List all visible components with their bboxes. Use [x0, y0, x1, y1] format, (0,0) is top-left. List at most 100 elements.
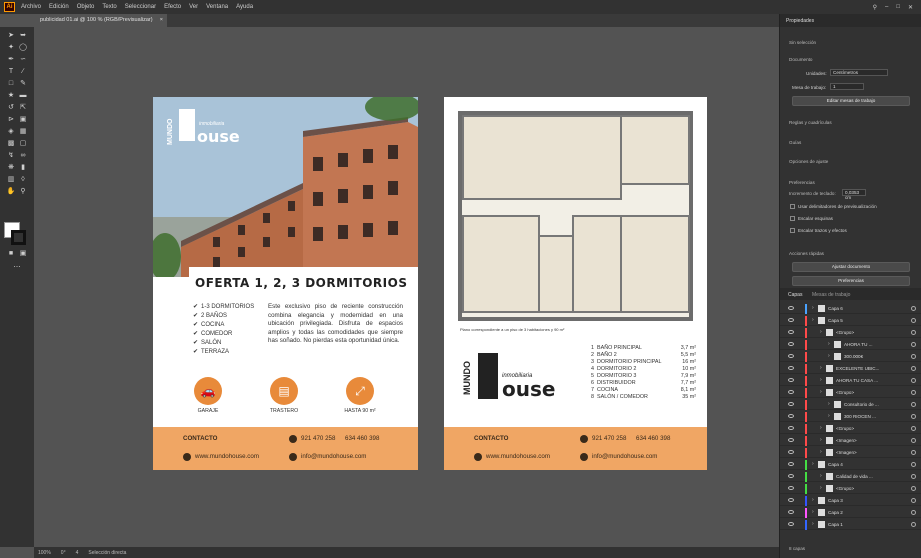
document-tab[interactable]: publicidad 01.ai @ 100 % (RGB/Previsuali…: [34, 14, 167, 27]
layer-row[interactable]: › AHORA TU CASA ...: [780, 376, 921, 386]
artboard-select[interactable]: 1: [830, 83, 864, 90]
expand-arrow-icon[interactable]: ›: [820, 389, 822, 395]
eraser-icon[interactable]: ▬: [18, 91, 28, 100]
expand-arrow-icon[interactable]: ›: [812, 509, 814, 515]
slice-tool-icon[interactable]: ◊: [18, 175, 28, 184]
tab-artboards[interactable]: Mesas de trabajo: [812, 292, 850, 298]
hand-tool-icon[interactable]: ✋: [6, 187, 16, 196]
search-icon[interactable]: ⚲: [873, 4, 877, 11]
eyedropper-icon[interactable]: ↯: [6, 151, 16, 160]
layer-row[interactable]: › Capa 5: [780, 316, 921, 326]
layer-row[interactable]: › <Grupo>: [780, 424, 921, 434]
menu-archivo[interactable]: Archivo: [21, 4, 41, 10]
layer-row[interactable]: › 300 RIOCEN ...: [780, 412, 921, 422]
visibility-eye-icon[interactable]: [788, 522, 794, 526]
draw-mode-icon[interactable]: ■: [6, 249, 16, 258]
menu-ventana[interactable]: Ventana: [206, 4, 228, 10]
visibility-eye-icon[interactable]: [788, 462, 794, 466]
visibility-eye-icon[interactable]: [788, 438, 794, 442]
target-circle-icon[interactable]: [911, 450, 916, 455]
layer-row[interactable]: › Capa 4: [780, 460, 921, 470]
visibility-eye-icon[interactable]: [788, 378, 794, 382]
expand-arrow-icon[interactable]: ›: [820, 437, 822, 443]
close-icon[interactable]: ✕: [908, 4, 913, 11]
screen-mode-icon[interactable]: ▣: [18, 249, 28, 258]
expand-arrow-icon[interactable]: ›: [828, 341, 830, 347]
target-circle-icon[interactable]: [911, 414, 916, 419]
expand-arrow-icon[interactable]: ›: [828, 413, 830, 419]
blend-tool-icon[interactable]: ∞: [18, 151, 28, 160]
visibility-eye-icon[interactable]: [788, 486, 794, 490]
artboard-number[interactable]: 4: [76, 550, 79, 556]
layer-row[interactable]: › Calidad de vida ...: [780, 472, 921, 482]
layer-row[interactable]: › Capa 3: [780, 496, 921, 506]
menu-seleccionar[interactable]: Seleccionar: [125, 4, 156, 10]
expand-arrow-icon[interactable]: ›: [828, 401, 830, 407]
mesh-tool-icon[interactable]: ▩: [6, 139, 16, 148]
fit-document-button[interactable]: Ajustar documento: [792, 262, 910, 272]
tab-properties[interactable]: Propiedades: [786, 18, 814, 24]
target-circle-icon[interactable]: [911, 486, 916, 491]
zoom-tool-icon[interactable]: ⚲: [18, 187, 28, 196]
shape-builder-icon[interactable]: ◈: [6, 127, 16, 136]
visibility-eye-icon[interactable]: [788, 414, 794, 418]
pen-tool-icon[interactable]: ✒: [6, 55, 16, 64]
target-circle-icon[interactable]: [911, 474, 916, 479]
target-circle-icon[interactable]: [911, 378, 916, 383]
menu-texto[interactable]: Texto: [102, 4, 116, 10]
edit-artboards-button[interactable]: Editar mesas de trabajo: [792, 96, 910, 106]
expand-arrow-icon[interactable]: ›: [812, 317, 814, 323]
magic-wand-icon[interactable]: ✦: [6, 43, 16, 52]
stroke-color-swatch[interactable]: [11, 230, 26, 245]
target-circle-icon[interactable]: [911, 390, 916, 395]
line-tool-icon[interactable]: ∕: [18, 67, 28, 76]
rotation-angle[interactable]: 0°: [61, 550, 66, 556]
visibility-eye-icon[interactable]: [788, 354, 794, 358]
layer-row[interactable]: › Capa 6: [780, 304, 921, 314]
menu-edicion[interactable]: Edición: [49, 4, 69, 10]
artboard-back[interactable]: Plano correspondiente a un piso de 3 hab…: [444, 97, 707, 470]
target-circle-icon[interactable]: [911, 366, 916, 371]
type-tool-icon[interactable]: T: [6, 67, 16, 76]
visibility-eye-icon[interactable]: [788, 402, 794, 406]
visibility-eye-icon[interactable]: [788, 306, 794, 310]
symbol-sprayer-icon[interactable]: ❋: [6, 163, 16, 172]
visibility-eye-icon[interactable]: [788, 474, 794, 478]
close-tab-icon[interactable]: ×: [160, 17, 163, 23]
curvature-tool-icon[interactable]: ∽: [18, 55, 28, 64]
menu-objeto[interactable]: Objeto: [77, 4, 95, 10]
keyboard-increment-field[interactable]: 0,0353 cm: [842, 189, 866, 200]
expand-arrow-icon[interactable]: ›: [812, 461, 814, 467]
visibility-eye-icon[interactable]: [788, 318, 794, 322]
layer-row[interactable]: › <Grupo>: [780, 388, 921, 398]
expand-arrow-icon[interactable]: ›: [820, 473, 822, 479]
lasso-icon[interactable]: ◯: [18, 43, 28, 52]
target-circle-icon[interactable]: [911, 354, 916, 359]
expand-arrow-icon[interactable]: ›: [820, 377, 822, 383]
visibility-eye-icon[interactable]: [788, 390, 794, 394]
target-circle-icon[interactable]: [911, 342, 916, 347]
layer-row[interactable]: › <Imagen>: [780, 436, 921, 446]
visibility-eye-icon[interactable]: [788, 366, 794, 370]
expand-arrow-icon[interactable]: ›: [820, 485, 822, 491]
artboard-tool-icon[interactable]: ▥: [6, 175, 16, 184]
visibility-eye-icon[interactable]: [788, 510, 794, 514]
layer-row[interactable]: › 300.000€: [780, 352, 921, 362]
gradient-tool-icon[interactable]: ▢: [18, 139, 28, 148]
visibility-eye-icon[interactable]: [788, 330, 794, 334]
more-tools-icon[interactable]: ⋯: [12, 263, 22, 272]
menu-ayuda[interactable]: Ayuda: [236, 4, 253, 10]
preferences-button[interactable]: Preferencias: [792, 276, 910, 286]
expand-arrow-icon[interactable]: ›: [828, 353, 830, 359]
maximize-icon[interactable]: □: [896, 4, 900, 11]
expand-arrow-icon[interactable]: ›: [820, 449, 822, 455]
visibility-eye-icon[interactable]: [788, 450, 794, 454]
target-circle-icon[interactable]: [911, 426, 916, 431]
menu-efecto[interactable]: Efecto: [164, 4, 181, 10]
visibility-eye-icon[interactable]: [788, 342, 794, 346]
layer-row[interactable]: › <Grupo>: [780, 328, 921, 338]
artboard-front[interactable]: MUNDO inmobiliaria ouse OFERTA 1, 2, 3 D…: [153, 97, 418, 470]
visibility-eye-icon[interactable]: [788, 426, 794, 430]
expand-arrow-icon[interactable]: ›: [812, 497, 814, 503]
layer-row[interactable]: › AHORA TU ...: [780, 340, 921, 350]
